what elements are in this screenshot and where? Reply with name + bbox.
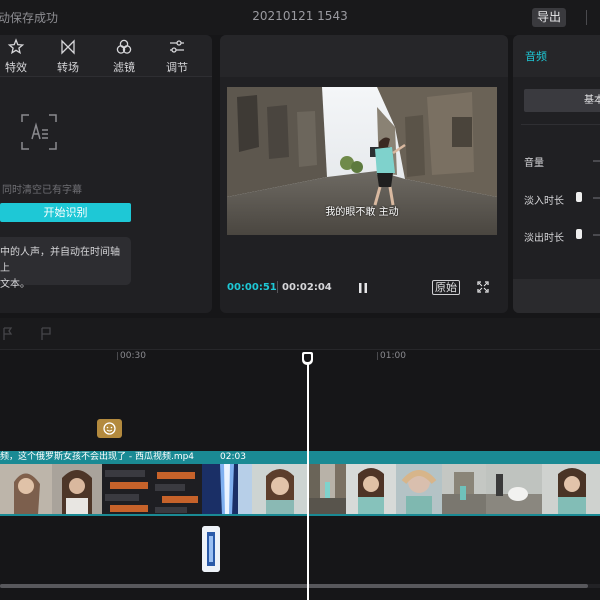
original-ratio-button[interactable]: 原始 [432, 280, 460, 295]
thumbnail-frame [396, 464, 442, 515]
recognition-tip: 中的人声，并自动在时间轴上 文本。 [0, 237, 131, 290]
project-name: 20210121 1543 [252, 9, 348, 23]
thumbnail-frame [542, 464, 600, 515]
timeline-toolbar [0, 318, 600, 350]
video-preview[interactable]: 我的眼不敢 主动 [227, 87, 497, 235]
thumbnail-frame [442, 464, 486, 515]
top-bar: 动保存成功 20210121 1543 导出 [0, 0, 600, 35]
ruler-label: 01:00 [380, 351, 406, 361]
thumbnail-image [152, 464, 202, 515]
split-icon[interactable] [2, 327, 14, 341]
filter-icon [116, 39, 132, 54]
thumbnail-image [542, 464, 600, 515]
divider [521, 124, 600, 125]
current-time: 00:00:51 [227, 282, 277, 293]
fade-out-slider-handle[interactable] [576, 229, 582, 239]
pause-icon[interactable] [358, 282, 368, 294]
thumbnail-frame [152, 464, 202, 515]
volume-slider[interactable] [593, 160, 600, 162]
total-time: 00:02:04 [282, 282, 332, 293]
ruler-tick [377, 352, 378, 360]
tool-tabs: 特效 转场 滤镜 调节 [0, 35, 212, 77]
time-separator [277, 281, 278, 293]
thumbnail-frame [102, 464, 152, 515]
transition-icon [61, 39, 75, 55]
thumbnail-frame [52, 464, 102, 515]
video-clip-thumbnails[interactable] [0, 464, 600, 515]
properties-header: 音频 [513, 35, 600, 77]
thumbnail-image [346, 464, 396, 515]
volume-label: 音量 [524, 158, 544, 169]
adjust-icon [170, 40, 184, 53]
tip-line: 文本。 [0, 279, 30, 290]
effects-icon [7, 38, 25, 55]
tab-filter[interactable]: 滤镜 [104, 38, 144, 75]
fade-in-slider-handle[interactable] [576, 192, 582, 202]
audio-clip[interactable] [202, 526, 220, 572]
thumbnail-frame [0, 464, 52, 515]
thumbnail-image [308, 464, 346, 515]
clip-filename: 频，这个俄罗斯女孩不会出现了 - 西瓜视频.mp4 [0, 452, 195, 462]
timeline-ruler[interactable]: 00:30 01:00 [0, 350, 600, 366]
sticker-clip[interactable] [97, 419, 122, 438]
tab-adjust[interactable]: 调节 [157, 38, 197, 75]
thumbnail-image [486, 464, 542, 515]
thumbnail-image [442, 464, 486, 515]
thumbnail-image [0, 464, 52, 515]
tab-audio[interactable]: 音频 [525, 48, 547, 64]
tab-label: 特效 [5, 61, 27, 74]
thumbnail-image [252, 464, 308, 515]
audio-properties-panel: 音频 基本 音量 淡入时长 淡出时长 [513, 35, 600, 313]
thumbnail-frame [346, 464, 396, 515]
playhead-handle[interactable] [302, 352, 313, 365]
marker-icon[interactable] [40, 327, 52, 341]
tab-effects[interactable]: 特效 [0, 38, 36, 75]
tip-line: 中的人声，并自动在时间轴上 [0, 247, 120, 274]
thumbnail-frame [252, 464, 308, 515]
caption-recognize-icon [21, 114, 57, 150]
fullscreen-icon[interactable] [477, 281, 489, 293]
sticker-icon [103, 422, 116, 435]
tab-label: 转场 [57, 61, 79, 74]
clip-bottom-border [0, 514, 600, 516]
thumbnail-image [52, 464, 102, 515]
thumbnail-image [396, 464, 442, 515]
basic-tab-button[interactable]: 基本 [524, 89, 600, 112]
fade-out-label: 淡出时长 [524, 233, 564, 244]
tab-label: 滤镜 [113, 61, 135, 74]
video-player: 我的眼不敢 主动 00:00:51 00:02:04 原始 [220, 35, 508, 313]
player-header [220, 35, 508, 77]
video-clip-header[interactable]: 频，这个俄罗斯女孩不会出现了 - 西瓜视频.mp4 02:03 [0, 451, 600, 464]
clear-captions-note[interactable]: 同时清空已有字幕 [2, 181, 82, 196]
ruler-label: 00:30 [120, 351, 146, 361]
thumbnail-image [202, 464, 252, 515]
export-button[interactable]: 导出 [532, 8, 566, 27]
thumbnail-frame [202, 464, 252, 515]
playhead-line[interactable] [307, 352, 309, 600]
ruler-tick [117, 352, 118, 360]
fade-in-slider[interactable] [593, 197, 600, 199]
start-recognition-button[interactable]: 开始识别 [0, 203, 131, 222]
tab-label: 调节 [166, 61, 188, 74]
fade-out-slider[interactable] [593, 234, 600, 236]
media-panel: 特效 转场 滤镜 调节 同时清空已有字幕 开始识别 中的人声，并自动在时间轴上 … [0, 35, 212, 313]
tab-transition[interactable]: 转场 [48, 38, 88, 75]
thumbnail-frame [486, 464, 542, 515]
thumbnail-frame [308, 464, 346, 515]
clip-duration: 02:03 [220, 452, 246, 462]
properties-footer [513, 279, 600, 313]
thumbnail-image [102, 464, 152, 515]
fade-in-label: 淡入时长 [524, 196, 564, 207]
video-subtitle: 我的眼不敢 主动 [325, 207, 399, 218]
timeline-scrollbar-thumb[interactable] [0, 584, 588, 588]
divider [586, 10, 587, 25]
audio-clip-thumbnail [202, 526, 220, 572]
